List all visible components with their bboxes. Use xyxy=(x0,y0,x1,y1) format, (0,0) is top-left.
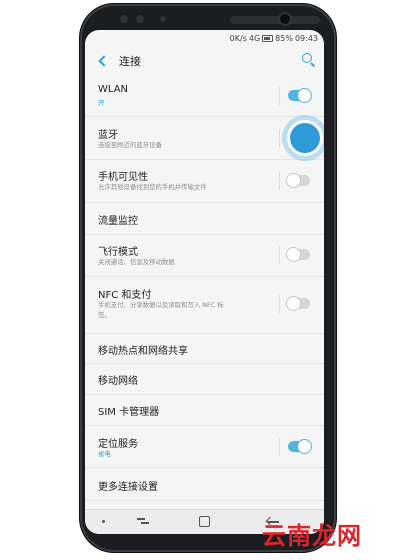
divider xyxy=(279,172,280,190)
battery-level: 85% xyxy=(275,33,293,43)
watermark: 云南龙网 xyxy=(262,522,362,550)
phone-frame: 0K/s 4G 85% 09:43 连接 WLAN 开 蓝牙 连接至附近的蓝牙设… xyxy=(80,4,336,552)
sensor-dot xyxy=(160,16,166,22)
item-label: 手机可见性 xyxy=(98,172,148,183)
item-label: 更多连接设置 xyxy=(98,482,158,493)
settings-item-hotspot-tethering[interactable]: 移动热点和网络共享 xyxy=(85,334,324,364)
item-label: 移动热点和网络共享 xyxy=(98,346,188,357)
item-description: 手机支付、分享数据以及读取和写入 NFC 标 xyxy=(98,301,224,309)
item-label: 飞行模式 xyxy=(98,247,138,258)
item-label: WLAN xyxy=(98,84,129,95)
search-icon[interactable] xyxy=(300,52,316,68)
divider xyxy=(279,129,280,147)
item-description: 连接至附近的蓝牙设备 xyxy=(98,141,162,149)
airplane-toggle[interactable] xyxy=(287,248,310,261)
settings-item-data-usage[interactable]: 流量监控 xyxy=(85,203,324,235)
divider xyxy=(279,87,280,105)
item-label: SIM 卡管理器 xyxy=(98,407,160,418)
settings-item-more-connection[interactable]: 更多连接设置 xyxy=(85,468,324,501)
battery-icon xyxy=(262,34,274,42)
app-header: 连接 xyxy=(85,46,324,76)
item-label: 定位服务 xyxy=(98,439,138,450)
status-bar: 0K/s 4G 85% 09:43 xyxy=(85,30,324,46)
recent-apps-icon[interactable] xyxy=(137,516,149,526)
dot-icon[interactable] xyxy=(102,520,105,523)
settings-item-mobile-networks[interactable]: 移动网络 xyxy=(85,364,324,395)
speaker-grille xyxy=(230,16,320,24)
settings-item-wlan[interactable]: WLAN 开 xyxy=(85,76,324,117)
page-title: 连接 xyxy=(119,55,141,68)
nfc-toggle[interactable] xyxy=(287,297,310,310)
divider xyxy=(279,438,280,456)
front-camera xyxy=(280,14,290,24)
bluetooth-toggle-tap-indicator[interactable] xyxy=(282,115,324,161)
settings-item-nfc[interactable]: NFC 和支付 手机支付、分享数据以及读取和写入 NFC 标 签。 xyxy=(85,277,324,334)
back-arrow-icon[interactable] xyxy=(95,50,111,70)
settings-item-airplane-mode[interactable]: 飞行模式 关闭通话、信息及移动数据 xyxy=(85,235,324,277)
settings-item-phone-visibility[interactable]: 手机可见性 允许其他设备找到您的手机并传输文件 xyxy=(85,160,324,203)
settings-item-sim-manager[interactable]: SIM 卡管理器 xyxy=(85,395,324,426)
item-label: 流量监控 xyxy=(98,216,138,227)
item-description: 允许其他设备找到您的手机并传输文件 xyxy=(98,183,207,191)
clock: 09:43 xyxy=(294,33,318,43)
visibility-toggle[interactable] xyxy=(287,174,310,187)
divider xyxy=(279,246,280,264)
sensor-dot xyxy=(120,15,128,23)
location-toggle[interactable] xyxy=(288,440,311,453)
item-label: 蓝牙 xyxy=(98,130,118,141)
item-label: 移动网络 xyxy=(98,376,138,387)
sensor-dot xyxy=(136,15,144,23)
item-status: 省电 xyxy=(98,450,111,458)
network-speed: 0K/s xyxy=(229,33,247,43)
item-status: 开 xyxy=(98,99,105,107)
settings-item-bluetooth[interactable]: 蓝牙 连接至附近的蓝牙设备 xyxy=(85,115,324,161)
wlan-toggle[interactable] xyxy=(288,89,311,102)
divider xyxy=(279,295,280,313)
item-description-continued: 签。 xyxy=(98,311,111,319)
item-description: 关闭通话、信息及移动数据 xyxy=(98,258,175,266)
settings-list: WLAN 开 蓝牙 连接至附近的蓝牙设备 手机可见性 允许其他设备找到您的手机并… xyxy=(85,76,324,501)
home-icon[interactable] xyxy=(199,516,210,527)
screen: 0K/s 4G 85% 09:43 连接 WLAN 开 蓝牙 连接至附近的蓝牙设… xyxy=(85,30,324,534)
item-label: NFC 和支付 xyxy=(98,290,152,301)
network-type: 4G xyxy=(248,33,261,43)
settings-item-location[interactable]: 定位服务 省电 xyxy=(85,426,324,468)
